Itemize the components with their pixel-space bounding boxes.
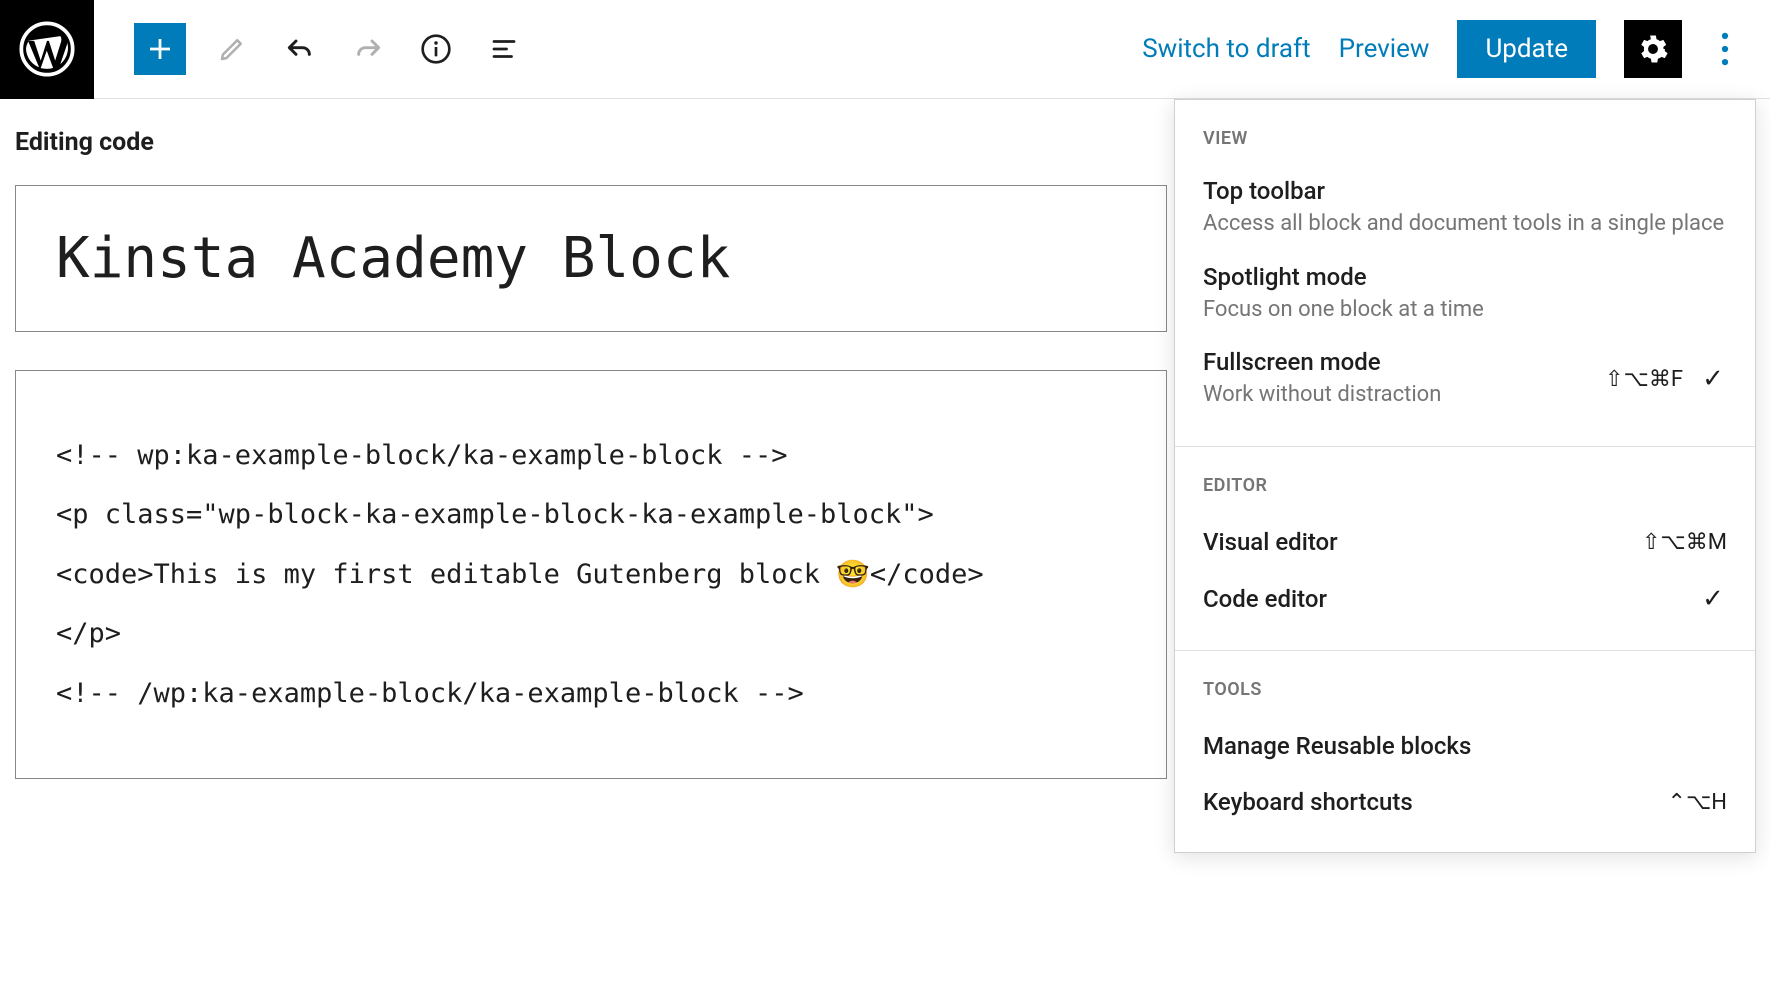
wordpress-icon (19, 21, 75, 77)
menu-item-label: Spotlight mode (1203, 263, 1727, 291)
panel-section-tools: TOOLS Manage Reusable blocks Keyboard sh… (1175, 651, 1755, 852)
menu-item-desc: Work without distraction (1203, 380, 1589, 410)
pencil-icon (217, 34, 247, 64)
more-menu-button[interactable] (1710, 20, 1740, 78)
redo-button[interactable] (346, 27, 390, 71)
menu-item-label: Fullscreen mode (1203, 348, 1589, 376)
kebab-icon (1721, 32, 1729, 66)
menu-item-label: Top toolbar (1203, 177, 1727, 205)
info-icon (420, 33, 452, 65)
panel-section-editor: EDITOR Visual editor ⇧⌥⌘M Code editor ✓ (1175, 447, 1755, 651)
menu-item-shortcut: ⇧⌥⌘M (1642, 530, 1727, 555)
switch-to-draft-button[interactable]: Switch to draft (1142, 34, 1310, 64)
toolbar-left (94, 23, 526, 75)
menu-item-keyboard-shortcuts[interactable]: Keyboard shortcuts ⌃⌥H (1175, 774, 1755, 830)
post-title-field[interactable]: Kinsta Academy Block (15, 185, 1167, 332)
more-menu-panel: VIEW Top toolbar Access all block and do… (1174, 99, 1756, 853)
menu-item-label: Manage Reusable blocks (1203, 732, 1727, 760)
menu-item-manage-reusable-blocks[interactable]: Manage Reusable blocks (1175, 718, 1755, 774)
redo-icon (352, 33, 384, 65)
menu-item-label: Keyboard shortcuts (1203, 788, 1668, 816)
menu-item-fullscreen-mode[interactable]: Fullscreen mode Work without distraction… (1175, 338, 1755, 424)
settings-button[interactable] (1624, 20, 1682, 78)
undo-icon (284, 33, 316, 65)
menu-item-code-editor[interactable]: Code editor ✓ (1175, 570, 1755, 628)
check-icon: ✓ (1699, 364, 1727, 394)
menu-item-shortcut: ⇧⌥⌘F (1605, 367, 1683, 392)
outline-button[interactable] (482, 27, 526, 71)
panel-heading-tools: TOOLS (1175, 673, 1755, 718)
edit-tool-button[interactable] (210, 27, 254, 71)
menu-item-desc: Access all block and document tools in a… (1203, 209, 1727, 239)
post-title-text[interactable]: Kinsta Academy Block (56, 226, 1126, 291)
menu-item-top-toolbar[interactable]: Top toolbar Access all block and documen… (1175, 167, 1755, 253)
code-editor-textarea[interactable]: <!-- wp:ka-example-block/ka-example-bloc… (15, 370, 1167, 779)
wordpress-logo[interactable] (0, 0, 94, 99)
list-icon (489, 34, 519, 64)
editing-mode-label: Editing code (15, 128, 154, 157)
toolbar-right: Switch to draft Preview Update (1142, 20, 1770, 78)
preview-button[interactable]: Preview (1339, 34, 1430, 64)
menu-item-shortcut: ⌃⌥H (1668, 790, 1727, 815)
add-block-button[interactable] (134, 23, 186, 75)
menu-item-label: Visual editor (1203, 528, 1642, 556)
panel-heading-editor: EDITOR (1175, 469, 1755, 514)
panel-heading-view: VIEW (1175, 122, 1755, 167)
menu-item-desc: Focus on one block at a time (1203, 295, 1727, 325)
topbar: Switch to draft Preview Update (0, 0, 1770, 99)
gear-icon (1636, 32, 1670, 66)
plus-icon (145, 34, 175, 64)
menu-item-spotlight-mode[interactable]: Spotlight mode Focus on one block at a t… (1175, 253, 1755, 339)
undo-button[interactable] (278, 27, 322, 71)
update-button[interactable]: Update (1457, 20, 1596, 78)
menu-item-label: Code editor (1203, 585, 1699, 613)
info-button[interactable] (414, 27, 458, 71)
panel-section-view: VIEW Top toolbar Access all block and do… (1175, 100, 1755, 447)
menu-item-visual-editor[interactable]: Visual editor ⇧⌥⌘M (1175, 514, 1755, 570)
check-icon: ✓ (1699, 584, 1727, 614)
